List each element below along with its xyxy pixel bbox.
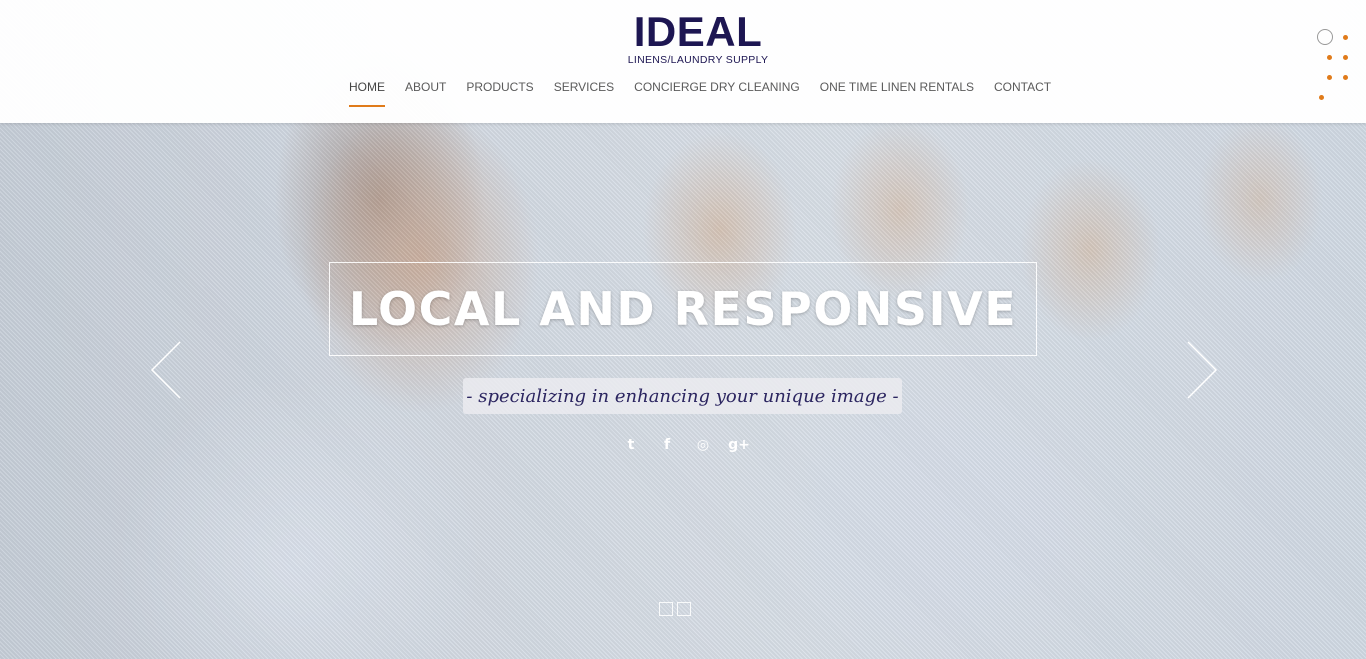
chevron-left-icon [150, 341, 181, 399]
slider-next-button[interactable] [1180, 340, 1220, 400]
facebook-icon[interactable]: f [656, 434, 678, 456]
menu-dot-icon [1343, 35, 1348, 40]
logo-wordmark: IDEAL [633, 8, 763, 55]
logo-subtitle: LINENS/LAUNDRY SUPPLY [627, 54, 769, 66]
slider-pager [659, 602, 695, 616]
menu-circle-icon [1317, 29, 1333, 45]
nav-item-about[interactable]: ABOUT [405, 80, 446, 107]
hero-tagline: - specializing in enhancing your unique … [466, 385, 899, 407]
slider-pager-dot[interactable] [659, 602, 673, 616]
social-links: t f ◎ g+ [620, 434, 764, 456]
menu-dot-icon [1343, 75, 1348, 80]
site-header: IDEAL LINENS/LAUNDRY SUPPLY HOME ABOUT P… [0, 0, 1366, 123]
slider-pager-dot[interactable] [677, 602, 691, 616]
menu-dot-icon [1343, 55, 1348, 60]
site-logo[interactable]: IDEAL LINENS/LAUNDRY SUPPLY [622, 8, 774, 68]
twitter-icon[interactable]: t [620, 434, 642, 456]
nav-item-concierge-dry-cleaning[interactable]: CONCIERGE DRY CLEANING [634, 80, 800, 107]
nav-item-products[interactable]: PRODUCTS [466, 80, 533, 107]
hero-tagline-box: - specializing in enhancing your unique … [463, 378, 902, 414]
main-nav: HOME ABOUT PRODUCTS SERVICES CONCIERGE D… [349, 80, 1071, 107]
menu-dot-icon [1327, 75, 1332, 80]
menu-toggle-button[interactable] [1314, 26, 1356, 104]
menu-dot-icon [1327, 55, 1332, 60]
nav-item-services[interactable]: SERVICES [554, 80, 614, 107]
github-icon[interactable]: ◎ [692, 434, 714, 456]
hero-headline-frame: LOCAL AND RESPONSIVE [329, 262, 1037, 356]
nav-item-home[interactable]: HOME [349, 80, 385, 107]
menu-dot-icon [1319, 95, 1324, 100]
hero-headline: LOCAL AND RESPONSIVE [348, 282, 1018, 336]
nav-item-contact[interactable]: CONTACT [994, 80, 1051, 107]
google-plus-icon[interactable]: g+ [728, 434, 750, 456]
slider-prev-button[interactable] [148, 340, 188, 400]
chevron-right-icon [1187, 341, 1218, 399]
nav-item-one-time-linen-rentals[interactable]: ONE TIME LINEN RENTALS [820, 80, 974, 107]
